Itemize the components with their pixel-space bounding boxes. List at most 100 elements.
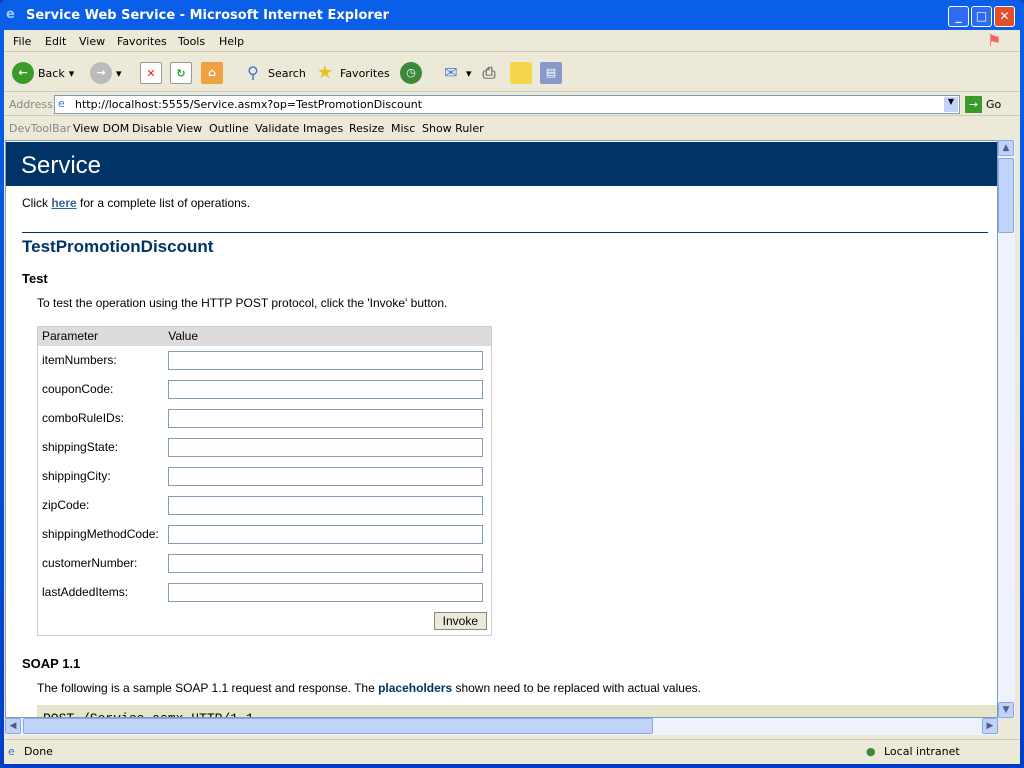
- devtool-validate[interactable]: Validate: [255, 122, 299, 135]
- search-label: Search: [268, 66, 306, 80]
- devtool-images[interactable]: Images: [303, 122, 343, 135]
- research-button[interactable]: ▤: [540, 62, 562, 84]
- intro-pre: Click: [22, 196, 52, 210]
- vertical-scroll-thumb[interactable]: [998, 158, 1014, 233]
- scroll-up-icon[interactable]: ▲: [998, 140, 1014, 156]
- menu-edit[interactable]: Edit: [45, 35, 66, 48]
- shippingMethodCode-input[interactable]: [168, 524, 484, 544]
- shippingState-input[interactable]: [168, 437, 484, 457]
- scroll-left-icon[interactable]: ◀: [5, 718, 21, 734]
- devtool-view-dom[interactable]: View DOM: [73, 122, 129, 135]
- search-button[interactable]: ⚲ Search: [242, 62, 306, 84]
- stop-button[interactable]: ✕: [140, 62, 162, 84]
- customerNumber-input[interactable]: [168, 553, 484, 573]
- edit-button[interactable]: [510, 62, 532, 84]
- favorites-label: Favorites: [340, 66, 390, 80]
- menu-file[interactable]: File: [13, 35, 31, 48]
- devtool-outline[interactable]: Outline: [209, 122, 249, 135]
- maximize-button[interactable]: □: [971, 6, 992, 27]
- scroll-right-icon[interactable]: ▶: [982, 718, 998, 734]
- address-input[interactable]: e http://localhost:5555/Service.asmx?op=T…: [54, 95, 960, 114]
- param-label: comboRuleIDs:: [42, 411, 125, 425]
- page-icon: e: [58, 97, 65, 110]
- address-label: Address: [9, 98, 53, 111]
- comboRuleIDs-input[interactable]: [168, 408, 484, 428]
- search-icon: ⚲: [247, 63, 259, 82]
- param-label: itemNumbers:: [42, 353, 117, 367]
- stop-icon: ✕: [140, 62, 162, 84]
- soap-text: The following is a sample SOAP 1.1 reque…: [37, 681, 997, 695]
- go-button[interactable]: → Go: [965, 96, 1001, 113]
- favorites-button[interactable]: ★ Favorites: [314, 62, 390, 84]
- research-icon: ▤: [540, 62, 562, 84]
- param-label: couponCode:: [42, 382, 114, 396]
- windows-logo-icon: ⚑: [987, 31, 1002, 50]
- menu-tools[interactable]: Tools: [178, 35, 205, 48]
- operations-link[interactable]: here: [51, 196, 76, 210]
- test-text: To test the operation using the HTTP POS…: [37, 296, 448, 310]
- go-arrow-icon: →: [965, 96, 982, 113]
- page-header: Service: [6, 142, 997, 186]
- soap-post: shown need to be replaced with actual va…: [452, 681, 701, 695]
- devtoolbar-label: DevToolBar: [9, 122, 71, 135]
- window-title: Service Web Service - Microsoft Internet…: [26, 8, 390, 23]
- menu-help[interactable]: Help: [219, 35, 244, 48]
- itemNumbers-input[interactable]: [168, 350, 484, 370]
- ie-icon: e: [6, 7, 15, 22]
- header-value: Value: [164, 326, 492, 346]
- devtool-disable[interactable]: Disable: [132, 122, 173, 135]
- param-label: shippingMethodCode:: [42, 527, 159, 541]
- test-heading: Test: [22, 271, 48, 286]
- soap-pre: The following is a sample SOAP 1.1 reque…: [37, 681, 379, 695]
- go-label: Go: [986, 98, 1002, 111]
- couponCode-input[interactable]: [168, 379, 484, 399]
- invoke-button[interactable]: Invoke: [433, 611, 487, 630]
- history-icon: ◷: [400, 62, 422, 84]
- placeholders-text: placeholders: [378, 681, 453, 695]
- lastAddedItems-input[interactable]: [168, 582, 484, 602]
- history-button[interactable]: ◷: [400, 62, 422, 84]
- zipCode-input[interactable]: [168, 495, 484, 515]
- devtool-misc[interactable]: Misc: [391, 122, 415, 135]
- forward-button[interactable]: → ▾: [90, 62, 122, 84]
- header-parameter: Parameter: [37, 326, 165, 346]
- page-content: Service Click here for a complete list o…: [5, 140, 998, 718]
- back-label: Back: [38, 66, 65, 80]
- print-button[interactable]: ⎙: [478, 62, 500, 84]
- menu-view[interactable]: View: [79, 35, 105, 48]
- mail-button[interactable]: ✉ ▾: [440, 62, 471, 84]
- close-button[interactable]: ✕: [994, 6, 1015, 27]
- title-bar: e Service Web Service - Microsoft Intern…: [0, 0, 1024, 30]
- scroll-down-icon[interactable]: ▼: [998, 702, 1014, 718]
- menu-favorites[interactable]: Favorites: [117, 35, 167, 48]
- address-dropdown-icon[interactable]: ▼: [944, 97, 958, 112]
- param-label: customerNumber:: [42, 556, 138, 570]
- param-label: zipCode:: [42, 498, 90, 512]
- home-icon: ⌂: [201, 62, 223, 84]
- shippingCity-input[interactable]: [168, 466, 484, 486]
- horizontal-scroll-thumb[interactable]: [23, 718, 653, 734]
- param-label: shippingCity:: [42, 469, 111, 483]
- horizontal-scrollbar[interactable]: ◀ ▶: [5, 718, 998, 735]
- devtool-resize[interactable]: Resize: [349, 122, 384, 135]
- minimize-button[interactable]: _: [948, 6, 969, 27]
- param-label: shippingState:: [42, 440, 119, 454]
- refresh-button[interactable]: ↻: [170, 62, 192, 84]
- address-url: http://localhost:5555/Service.asmx?op=Te…: [75, 98, 423, 111]
- param-label: lastAddedItems:: [42, 585, 129, 599]
- vertical-scrollbar[interactable]: ▲ ▼: [998, 140, 1015, 718]
- refresh-icon: ↻: [170, 62, 192, 84]
- zone-text: Local intranet: [884, 745, 960, 758]
- back-button[interactable]: ← Back ▾: [12, 62, 74, 84]
- note-icon: [510, 62, 532, 84]
- soap-heading: SOAP 1.1: [22, 656, 81, 671]
- home-button[interactable]: ⌂: [201, 62, 223, 84]
- devtool-view[interactable]: View: [176, 122, 202, 135]
- parameter-form: Parameter Value itemNumbers: couponCode: …: [37, 326, 492, 636]
- intranet-icon: ●: [866, 745, 876, 758]
- star-icon: ★: [316, 62, 334, 83]
- status-text: Done: [24, 745, 53, 758]
- toolbar: ← Back ▾ → ▾ ✕ ↻ ⌂ ⚲ Search ★ Favorites ◷ ✉…: [4, 53, 1020, 92]
- devtool-show-ruler[interactable]: Show Ruler: [422, 122, 484, 135]
- soap-code: POST /Service.asmx HTTP/1.1: [37, 705, 997, 717]
